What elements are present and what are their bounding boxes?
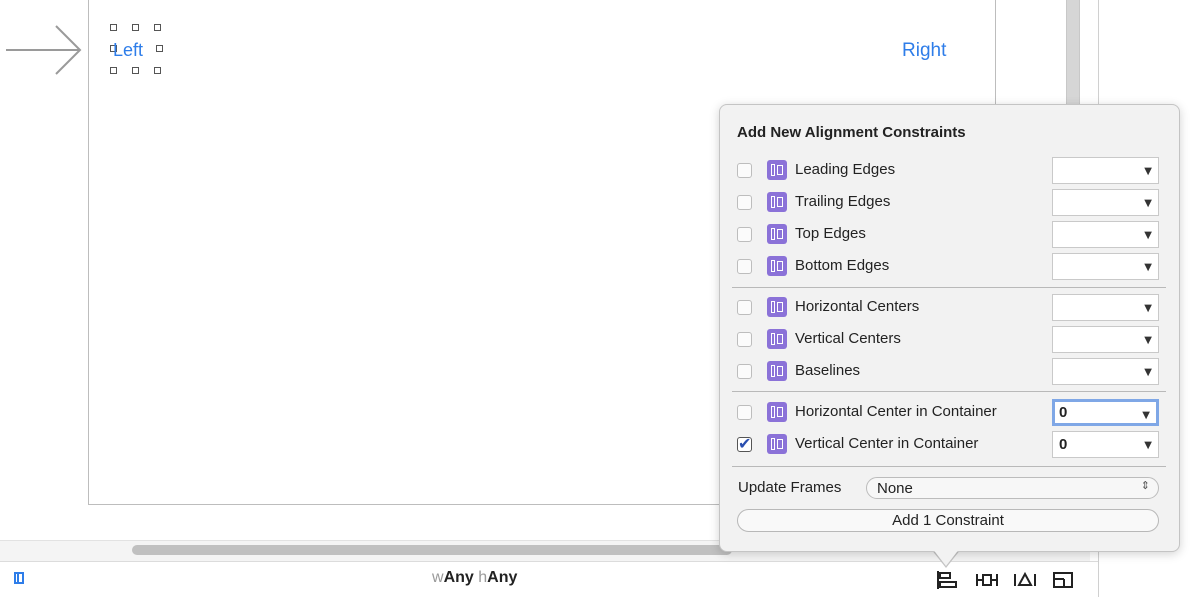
baselines-icon — [767, 361, 787, 381]
baselines-checkbox[interactable] — [737, 364, 752, 379]
horizontal-scroll-thumb[interactable] — [132, 545, 732, 555]
constraint-row-baselines: Baselines ▼ — [719, 358, 1178, 388]
baselines-value-dropdown[interactable]: ▼ — [1052, 358, 1159, 385]
constraint-row-vertical-center-in-container: Vertical Center in Container 0▼ — [719, 431, 1178, 461]
size-class-control[interactable]: wAny hAny — [432, 569, 517, 587]
vertical-centers-label: Vertical Centers — [795, 330, 901, 347]
horizontal-center-in-container-checkbox[interactable] — [737, 405, 752, 420]
trailing-edges-value-dropdown[interactable]: ▼ — [1052, 189, 1159, 216]
bottom-edges-checkbox[interactable] — [737, 259, 752, 274]
height-value: Any — [487, 569, 518, 586]
dropdown-arrow-icon: ▼ — [1142, 410, 1150, 421]
constraint-row-trailing-edges: Trailing Edges ▼ — [719, 189, 1178, 219]
left-label[interactable]: Left — [113, 40, 143, 61]
popover-arrow — [932, 548, 960, 566]
top-edges-icon — [767, 224, 787, 244]
align-icon[interactable] — [936, 570, 958, 590]
trailing-edges-label: Trailing Edges — [795, 193, 891, 210]
vertical-centers-value-dropdown[interactable]: ▼ — [1052, 326, 1159, 353]
leading-edges-icon — [767, 160, 787, 180]
dropdown-arrow-icon: ▼ — [1144, 198, 1152, 209]
dropdown-arrow-icon: ▼ — [1144, 367, 1152, 378]
selection-handle[interactable] — [132, 24, 139, 31]
dropdown-arrow-icon: ▼ — [1144, 335, 1152, 346]
horizontal-center-in-container-label: Horizontal Center in Container — [795, 403, 997, 420]
horizontal-centers-value-dropdown[interactable]: ▼ — [1052, 294, 1159, 321]
resizing-behavior-icon[interactable] — [1052, 570, 1074, 590]
top-edges-value-dropdown[interactable]: ▼ — [1052, 221, 1159, 248]
bottom-edges-value-dropdown[interactable]: ▼ — [1052, 253, 1159, 280]
update-frames-value: None — [877, 480, 913, 497]
selection-handle[interactable] — [132, 67, 139, 74]
document-outline-toggle-icon[interactable] — [14, 572, 24, 584]
selection-handle[interactable] — [156, 45, 163, 52]
separator — [732, 391, 1166, 392]
trailing-edges-checkbox[interactable] — [737, 195, 752, 210]
vertical-center-in-container-value-dropdown[interactable]: 0 ▼ — [1052, 431, 1159, 458]
constraint-row-vertical-centers: Vertical Centers ▼ — [719, 326, 1178, 356]
bottom-edges-label: Bottom Edges — [795, 257, 890, 274]
dropdown-arrow-icon: ▼ — [1144, 230, 1152, 241]
dropdown-value: 0 — [1059, 404, 1068, 421]
vertical-center-in-container-label: Vertical Center in Container — [795, 435, 979, 452]
dropdown-arrow-icon: ▼ — [1144, 303, 1152, 314]
horizontal-centers-checkbox[interactable] — [737, 300, 752, 315]
resolve-issues-icon[interactable] — [1014, 570, 1036, 590]
baselines-label: Baselines — [795, 362, 861, 379]
add-constraints-button[interactable]: Add 1 Constraint — [737, 509, 1159, 532]
stepper-arrows-icon: ⇕ — [1140, 479, 1150, 492]
vertical-center-in-container-checkbox[interactable] — [737, 434, 752, 453]
dropdown-arrow-icon: ▼ — [1144, 262, 1152, 273]
vertical-center-in-container-icon — [767, 434, 787, 454]
trailing-edges-icon — [767, 192, 787, 212]
horizontal-centers-label: Horizontal Centers — [795, 298, 920, 315]
dropdown-arrow-icon: ▼ — [1144, 440, 1152, 451]
constraint-row-top-edges: Top Edges ▼ — [719, 221, 1178, 251]
entry-point-arrow-icon — [6, 25, 82, 75]
leading-edges-value-dropdown[interactable]: ▼ — [1052, 157, 1159, 184]
constraint-row-leading-edges: Leading Edges ▼ — [719, 157, 1178, 187]
vertical-centers-icon — [767, 329, 787, 349]
top-edges-label: Top Edges — [795, 225, 866, 242]
dropdown-value: 0 — [1059, 436, 1068, 453]
update-frames-select[interactable]: None ⇕ — [866, 477, 1159, 499]
horizontal-center-in-container-icon — [767, 402, 787, 422]
pin-icon[interactable] — [976, 570, 998, 590]
width-prefix: w — [432, 569, 444, 586]
selection-handle[interactable] — [110, 24, 117, 31]
selection-handle[interactable] — [154, 67, 161, 74]
height-prefix: h — [478, 569, 488, 586]
constraint-row-horizontal-centers: Horizontal Centers ▼ — [719, 294, 1178, 324]
popover-title: Add New Alignment Constraints — [737, 124, 966, 141]
width-value: Any — [443, 569, 474, 586]
update-frames-label: Update Frames — [738, 479, 842, 496]
dropdown-arrow-icon: ▼ — [1144, 166, 1152, 177]
separator — [732, 287, 1166, 288]
leading-edges-label: Leading Edges — [795, 161, 896, 178]
right-label[interactable]: Right — [902, 40, 946, 62]
constraint-row-bottom-edges: Bottom Edges ▼ — [719, 253, 1178, 283]
horizontal-centers-icon — [767, 297, 787, 317]
bottom-edges-icon — [767, 256, 787, 276]
selection-handle[interactable] — [154, 24, 161, 31]
selection-handle[interactable] — [110, 67, 117, 74]
separator — [732, 466, 1166, 467]
vertical-centers-checkbox[interactable] — [737, 332, 752, 347]
horizontal-center-in-container-value-dropdown[interactable]: 0 ▼ — [1052, 399, 1159, 426]
constraint-row-horizontal-center-in-container: Horizontal Center in Container 0 ▼ — [719, 399, 1178, 429]
leading-edges-checkbox[interactable] — [737, 163, 752, 178]
top-edges-checkbox[interactable] — [737, 227, 752, 242]
